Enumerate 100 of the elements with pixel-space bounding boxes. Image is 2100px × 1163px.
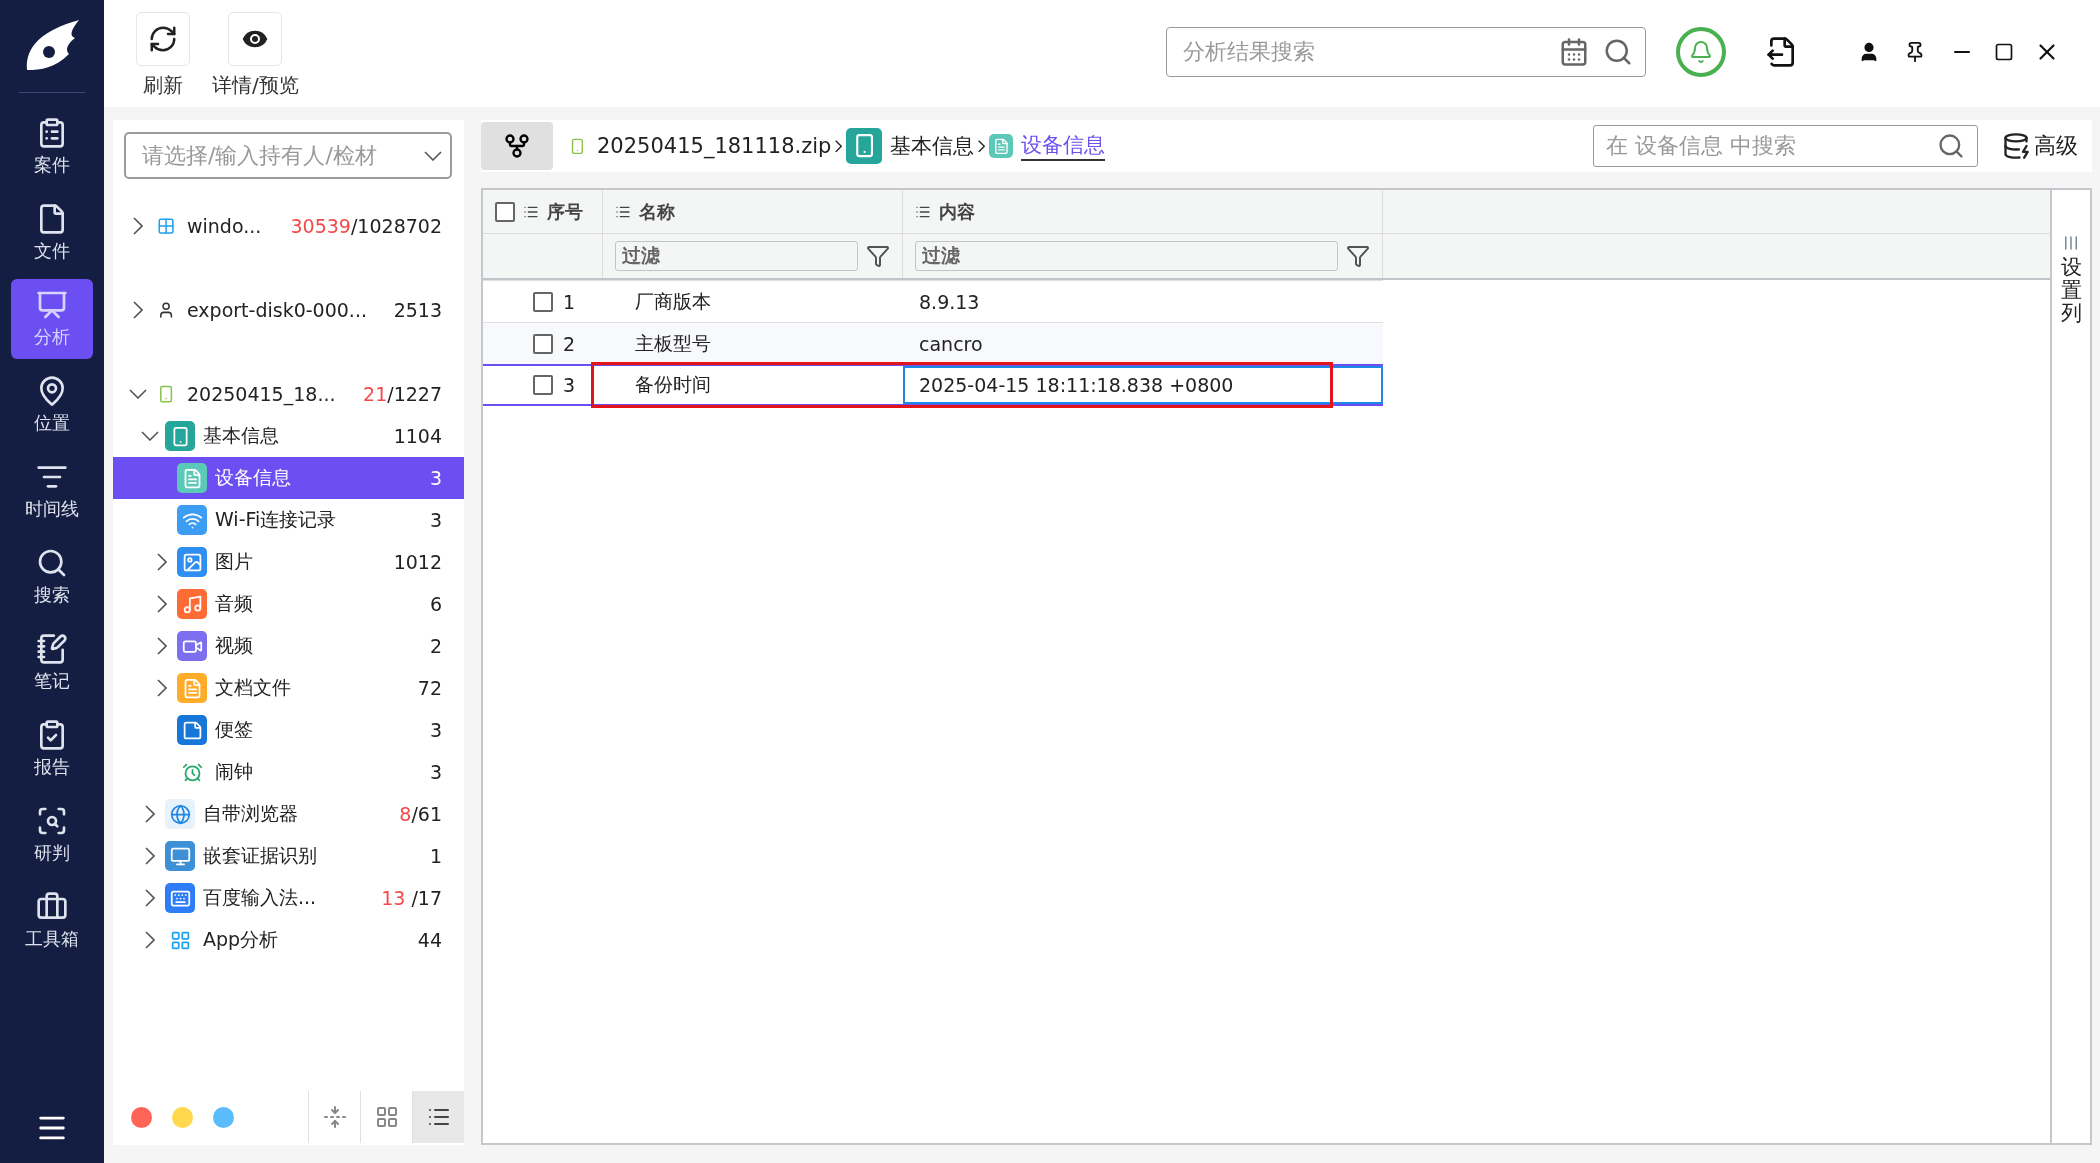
item-count: 1012 (393, 551, 442, 573)
nav-item[interactable]: 文件 (11, 193, 93, 273)
tree-item[interactable]: windo... 30539/1028702 (113, 205, 464, 247)
preview-button[interactable] (228, 12, 283, 66)
tree-item[interactable]: 便签 3 (113, 709, 464, 751)
nav-item[interactable]: 报告 (11, 709, 93, 789)
filter-icon[interactable] (1346, 244, 1370, 268)
tree-label: 音频 (215, 591, 254, 616)
chevron-right-icon[interactable] (133, 301, 143, 319)
tree-item[interactable]: 20250415_18... 21/1227 (113, 373, 464, 415)
nav-item[interactable]: 分析 (11, 279, 93, 359)
maximize-icon[interactable] (1994, 42, 2014, 62)
search-icon[interactable] (1603, 37, 1633, 67)
tree-item[interactable]: App分析 44 (113, 919, 464, 961)
bell-button[interactable] (1676, 27, 1726, 77)
chevron-down-icon[interactable] (141, 431, 159, 441)
toolbar-label: 刷新 (143, 72, 183, 99)
row-checkbox[interactable] (533, 291, 553, 312)
nav-item[interactable]: 案件 (11, 107, 93, 187)
tree-item[interactable]: Wi-Fi连接记录 3 (113, 499, 464, 541)
branch-icon (503, 132, 531, 160)
tree-item[interactable]: 百度输入法... 13 /17 (113, 877, 464, 919)
nav-item[interactable]: 工具箱 (11, 881, 93, 961)
tree-label: 自带浏览器 (203, 801, 299, 826)
chevron-right-icon[interactable] (133, 217, 143, 235)
row-checkbox[interactable] (533, 375, 553, 395)
nav-item[interactable]: 位置 (11, 365, 93, 445)
chevron-right-icon[interactable] (145, 847, 155, 865)
table-cell-text: 厂商版本 (635, 288, 711, 314)
column-header[interactable]: 内容 (903, 190, 1383, 233)
tree-item[interactable]: 文档文件 72 (113, 667, 464, 709)
chevron-right-icon[interactable] (157, 595, 167, 613)
breadcrumb-link[interactable]: 设备信息 (1021, 131, 1106, 161)
tree-item[interactable]: 音频 6 (113, 583, 464, 625)
column-header[interactable]: 序号 (483, 190, 603, 233)
bell-icon (1689, 40, 1713, 64)
tree-item[interactable]: 基本信息 1104 (113, 415, 464, 457)
image-icon (177, 547, 207, 577)
chevron-right-icon[interactable] (157, 679, 167, 697)
tree-item[interactable]: 自带浏览器 8/61 (113, 793, 464, 835)
tree-item[interactable]: 设备信息 3 (113, 457, 464, 499)
chevron-right-icon[interactable] (145, 889, 155, 907)
audio-icon (177, 589, 207, 619)
item-count: 13 /17 (381, 887, 442, 909)
table-cell: cancro (919, 332, 983, 355)
branch-button[interactable] (481, 122, 553, 170)
chevron-right-icon (835, 139, 843, 153)
chevron-right-icon[interactable] (157, 637, 167, 655)
tree-item[interactable]: export-disk0-000... 2513 (113, 289, 464, 331)
tree-label: export-disk0-000... (187, 299, 368, 321)
color-dot[interactable] (213, 1106, 234, 1128)
breadcrumb-link[interactable]: 基本信息 (890, 132, 975, 160)
search-icon[interactable] (1937, 132, 1965, 160)
filter-field[interactable]: 过滤 (915, 241, 1338, 271)
item-count: 8/61 (399, 803, 442, 825)
list-button[interactable] (412, 1091, 464, 1143)
calendar-icon[interactable] (1559, 37, 1589, 67)
column-header[interactable]: 名称 (603, 190, 903, 233)
wifi-icon (177, 505, 207, 535)
tree-item[interactable]: 图片 1012 (113, 541, 464, 583)
tree-label: 嵌套证据识别 (203, 843, 318, 868)
nav-item[interactable]: 搜索 (11, 537, 93, 617)
chevron-down-icon[interactable] (129, 389, 147, 399)
tree-item[interactable]: 视频 2 (113, 625, 464, 667)
refresh-button[interactable] (136, 12, 190, 66)
chevron-right-icon[interactable] (145, 805, 155, 823)
notes-icon (36, 633, 68, 665)
breadcrumb-link[interactable]: 20250415_181118.zip (597, 134, 832, 158)
item-count: 3 (429, 719, 442, 741)
advanced-button[interactable]: 高级 (2002, 131, 2078, 161)
search-icon (36, 547, 68, 579)
tree-label: 图片 (215, 549, 254, 574)
select-all-checkbox[interactable] (495, 201, 515, 222)
tree-label: 闹钟 (215, 759, 254, 784)
tree-label: 视频 (215, 633, 254, 658)
row-checkbox[interactable] (533, 333, 553, 354)
item-count: 2 (429, 635, 442, 657)
column-settings-tab[interactable]: 设置列 (2050, 190, 2090, 1143)
table-cell-text: 主板型号 (635, 330, 711, 356)
tree-item[interactable]: 嵌套证据识别 1 (113, 835, 464, 877)
tree-label: 设备信息 (215, 465, 292, 490)
nav-item[interactable]: 笔记 (11, 623, 93, 703)
chevron-right-icon (978, 139, 986, 153)
item-count: 6 (429, 593, 442, 615)
table-row[interactable]: 2 主板型号 cancro (483, 322, 1383, 364)
tree-label: 文档文件 (215, 675, 292, 700)
chevron-right-icon[interactable] (157, 553, 167, 571)
video-icon (177, 631, 207, 661)
item-count: 3 (429, 509, 442, 531)
nav-item[interactable]: 时间线 (11, 451, 93, 531)
color-dot[interactable] (131, 1106, 152, 1128)
tree-label: windo... (187, 215, 263, 237)
filter-icon[interactable] (866, 244, 890, 268)
columns-icon (2062, 234, 2080, 252)
table-row[interactable]: 3 备份时间 2025-04-15 18:11:18.838 +0800 (483, 364, 1383, 406)
chevron-right-icon[interactable] (145, 931, 155, 949)
color-dot[interactable] (172, 1106, 193, 1128)
nav-item[interactable]: 研判 (11, 795, 93, 875)
tree-item[interactable]: 闹钟 3 (113, 751, 464, 793)
filter-field[interactable]: 过滤 (615, 241, 858, 271)
